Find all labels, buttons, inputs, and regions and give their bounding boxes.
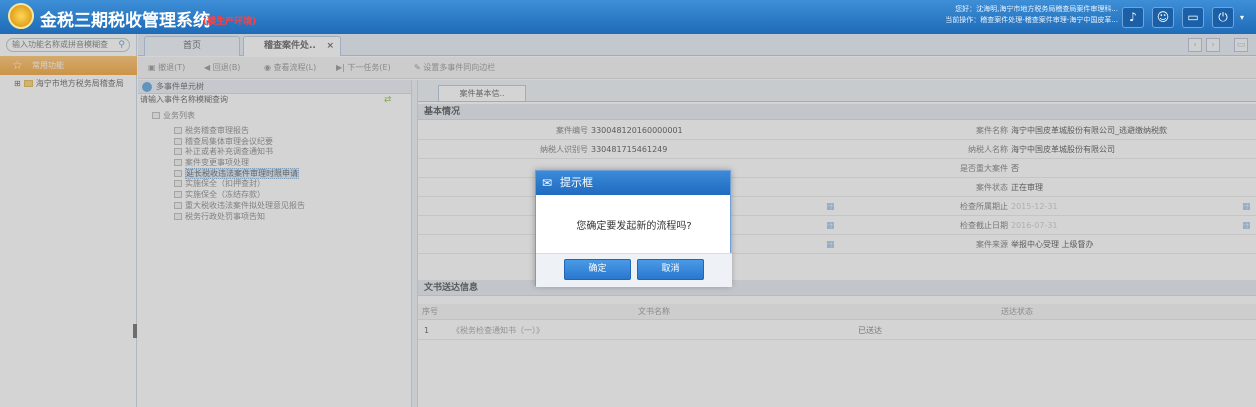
- app-title: 金税三期税收管理系统: [40, 11, 210, 31]
- bell-icon[interactable]: ♪: [1122, 7, 1144, 28]
- user-greeting: 您好：沈海明,海宁市地方税务局稽查局案件审理科...: [955, 5, 1118, 13]
- top-header: 金税三期税收管理系统 (模生产环境) 您好：沈海明,海宁市地方税务局稽查局案件审…: [0, 0, 1256, 34]
- message-icon[interactable]: ▭: [1182, 7, 1204, 28]
- dialog-message: 您确定要发起新的流程吗?: [576, 221, 692, 232]
- tax-emblem-icon: [8, 3, 34, 29]
- dropdown-arrow-icon[interactable]: ▾: [1240, 13, 1244, 22]
- cancel-button[interactable]: 取消: [637, 259, 704, 280]
- user-info: 您好：沈海明,海宁市地方税务局稽查局案件审理科... 当前操作：稽查案件处理-稽…: [945, 4, 1118, 26]
- dialog-header: ✉ 提示框: [536, 171, 730, 195]
- environment-label: (模生产环境): [203, 17, 257, 27]
- chat-icon: ✉: [542, 176, 553, 190]
- users-icon[interactable]: ☺: [1152, 7, 1174, 28]
- confirm-dialog: ✉ 提示框 您确定要发起新的流程吗? 确定 取消: [535, 170, 732, 287]
- dialog-footer: 确定 取消: [536, 253, 732, 287]
- confirm-button[interactable]: 确定: [564, 259, 631, 280]
- power-icon[interactable]: ⏻: [1212, 7, 1234, 28]
- dialog-title: 提示框: [560, 176, 593, 189]
- current-operation: 当前操作：稽查案件处理-稽查案件审理-海宁中国皮革...: [945, 16, 1118, 24]
